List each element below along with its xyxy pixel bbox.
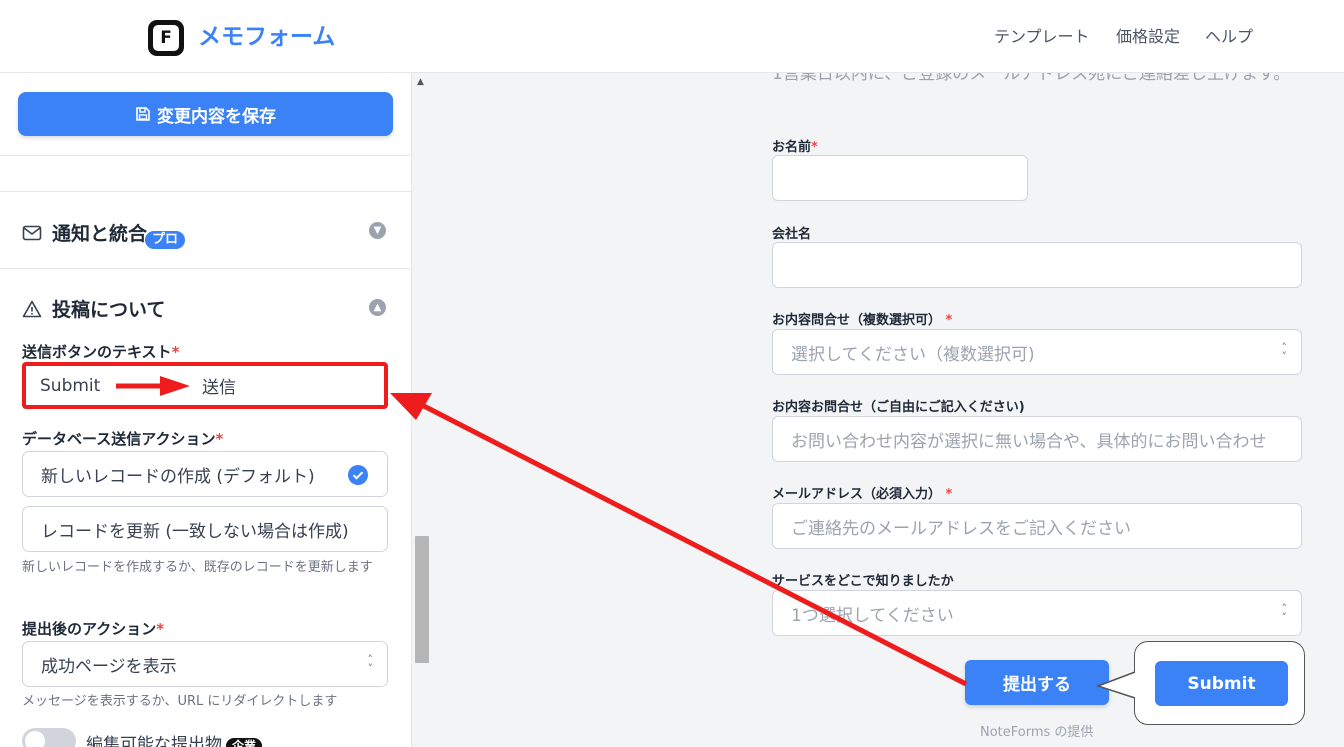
select-updown-icon: ˄ ˅ (1281, 341, 1288, 363)
enterprise-badge: 企業 (226, 738, 263, 747)
after-help: メッセージを表示するか、URL にリダイレクトします (22, 694, 338, 709)
db-option-create-label: 新しいレコードの作成 (デフォルト) (41, 466, 315, 487)
callout-bubble: Submit (1134, 641, 1305, 725)
warning-icon (22, 300, 42, 317)
section-post[interactable]: 投稿について (22, 295, 165, 322)
powered-by: NoteForms の提供 (980, 725, 1094, 740)
chevron-up-icon[interactable]: ▲ (369, 299, 386, 316)
pro-badge: プロ (145, 231, 186, 249)
divider (0, 155, 411, 156)
editable-label: 編集可能な提出物 企業 (86, 730, 263, 747)
save-label: 変更内容を保存 (157, 106, 276, 127)
company-input[interactable] (772, 242, 1302, 288)
app-name[interactable]: メモフォーム (198, 20, 335, 54)
free-inquiry-input[interactable]: お問い合わせ内容が選択に無い場合や、具体的にお問い合わせ (772, 416, 1302, 462)
after-action-select[interactable]: 成功ページを表示 ˄ ˅ (22, 641, 388, 687)
app-logo[interactable]: F (148, 20, 184, 56)
settings-sidebar: 変更内容を保存 通知と統合 プロ ▼ 投稿について ▲ 送信ボタンのテキスト* S… (0, 73, 411, 747)
free-inquiry-placeholder: お問い合わせ内容が選択に無い場合や、具体的にお問い合わせ (791, 431, 1267, 452)
scroll-thumb[interactable] (415, 536, 429, 663)
section-post-title: 投稿について (52, 299, 166, 321)
submit-text-label: 送信ボタンのテキスト* (22, 343, 180, 361)
form-submit-button[interactable]: 提出する (965, 660, 1109, 705)
mail-icon (22, 225, 42, 240)
source-label: サービスをどこで知りましたか (772, 574, 954, 589)
db-option-create[interactable]: 新しいレコードの作成 (デフォルト) (22, 451, 388, 497)
scroll-up-icon[interactable]: ▲ (417, 77, 424, 87)
check-circle-icon (348, 465, 368, 485)
annotation-highlight-box (22, 362, 388, 409)
chevron-down-icon[interactable]: ▼ (369, 222, 386, 239)
callout-submit-button[interactable]: Submit (1155, 661, 1288, 706)
inquiry-select[interactable]: 選択してください（複数選択可) ˄ ˅ (772, 329, 1302, 375)
company-label: 会社名 (772, 227, 812, 242)
free-inquiry-label: お内容お問合せ（ご自由にご記入ください) (772, 400, 1025, 415)
divider (0, 191, 411, 192)
nav-help[interactable]: ヘルプ (1205, 26, 1253, 48)
save-changes-button[interactable]: 変更内容を保存 (18, 92, 393, 136)
inquiry-label: お内容問合せ（複数選択可） * (772, 313, 953, 328)
toggle-knob (25, 731, 45, 747)
select-updown-icon: ˄ ˅ (367, 653, 374, 675)
source-select[interactable]: 1つ選択してください ˄ ˅ (772, 590, 1302, 636)
source-placeholder: 1つ選択してください (791, 605, 954, 626)
db-action-label: データベース送信アクション* (22, 430, 224, 448)
form-intro-text: 1営業日以内に、ご登録のメールアドレス宛にご連絡差し上げます。 (772, 73, 1291, 84)
divider (0, 268, 411, 269)
email-label: メールアドレス（必須入力） * (772, 487, 953, 502)
nav-templates[interactable]: テンプレート (994, 26, 1090, 48)
top-header: F メモフォーム テンプレート 価格設定 ヘルプ (0, 0, 1344, 73)
email-placeholder: ご連絡先のメールアドレスをご記入ください (791, 518, 1131, 539)
after-action-value: 成功ページを表示 (41, 656, 177, 677)
logo-letter: F (153, 25, 179, 51)
db-option-update-label: レコードを更新 (一致しない場合は作成) (41, 521, 349, 542)
save-icon (136, 107, 150, 121)
nav-pricing[interactable]: 価格設定 (1116, 26, 1180, 48)
select-updown-icon: ˄ ˅ (1281, 602, 1288, 624)
name-input[interactable] (772, 155, 1028, 201)
email-input[interactable]: ご連絡先のメールアドレスをご記入ください (772, 503, 1302, 549)
sidebar-scrollbar[interactable]: ▲ (411, 73, 433, 747)
after-action-label: 提出後のアクション* (22, 620, 165, 638)
editable-toggle[interactable] (22, 728, 76, 747)
db-help: 新しいレコードを作成するか、既存のレコードを更新します (22, 560, 373, 575)
section-notifications-title: 通知と統合 (52, 223, 148, 245)
inquiry-placeholder: 選択してください（複数選択可) (791, 344, 1035, 365)
section-notifications[interactable]: 通知と統合 プロ (22, 219, 186, 249)
db-option-update[interactable]: レコードを更新 (一致しない場合は作成) (22, 506, 388, 552)
name-label: お名前* (772, 140, 818, 155)
